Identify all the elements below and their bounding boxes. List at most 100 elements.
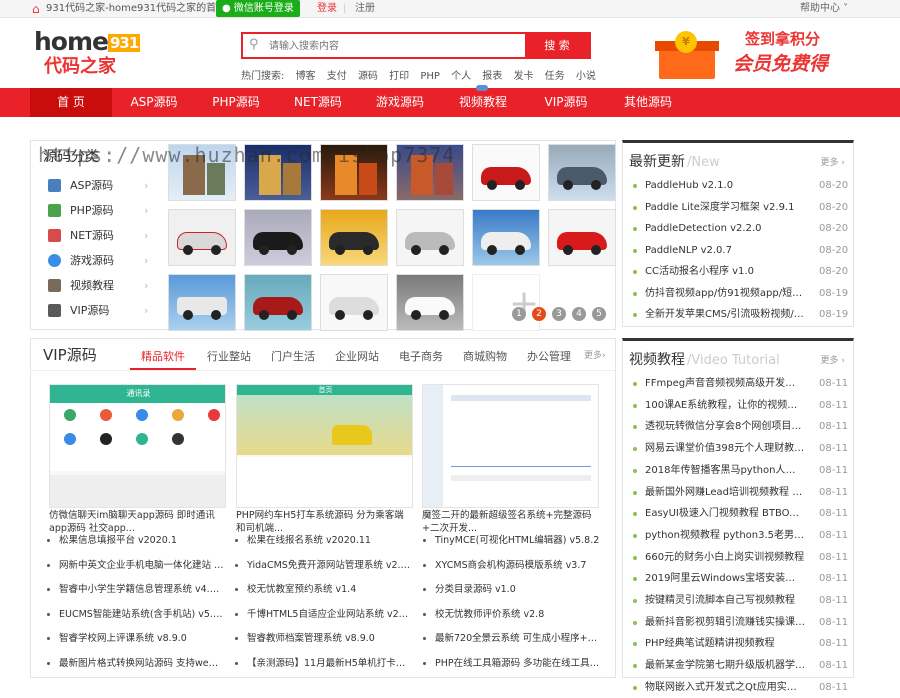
pager-dot[interactable]: 3 <box>552 307 566 321</box>
list-item[interactable]: 2018年传智播客黑马python人工智能15... 08-11 <box>631 460 851 481</box>
nav-item-home[interactable]: 首 页 <box>30 88 112 117</box>
list-item[interactable]: Paddle Lite深度学习框架 v2.9.1 08-20 <box>631 197 851 218</box>
list-item[interactable]: 100课AE系统教程，让你的视频玩转特... 08-11 <box>631 395 851 416</box>
search-button[interactable]: 搜 索 <box>525 34 589 57</box>
list-item[interactable]: 智睿中小学生学籍信息管理系统 v4.6.0 <box>41 578 224 602</box>
category-item-game[interactable]: 游戏源码 › <box>46 248 156 273</box>
category-item-asp[interactable]: ASP源码 › <box>46 173 156 198</box>
thumbnail-image[interactable] <box>320 209 388 266</box>
list-item[interactable]: FFmpeg声音音频视频高级开发实战视频... 08-11 <box>631 373 851 394</box>
site-home-link[interactable]: 931代码之家-home931代码之家的首页 <box>46 0 226 17</box>
tab-portal-life[interactable]: 门户生活 <box>271 348 315 364</box>
hot-word[interactable]: 支付 <box>327 71 347 82</box>
tab-industry-site[interactable]: 行业整站 <box>207 348 251 364</box>
category-item-video[interactable]: 视频教程 › <box>46 273 156 298</box>
thumbnail-image[interactable] <box>244 274 312 331</box>
nav-item-php[interactable]: PHP源码 <box>202 88 270 117</box>
nav-item-game[interactable]: 游戏源码 <box>366 88 434 117</box>
list-item[interactable]: 全新开发苹果CMS/引流吸粉视频/-两种... 08-19 <box>631 304 851 325</box>
hot-word[interactable]: 博客 <box>296 71 316 82</box>
nav-item-net[interactable]: NET源码 <box>284 88 352 117</box>
list-item[interactable]: 网新中英文企业手机电脑一体化建站 v5.1 <box>41 554 224 578</box>
tab-ecommerce[interactable]: 电子商务 <box>399 348 443 364</box>
list-item[interactable]: PHP经典笔试题精讲视频教程 08-11 <box>631 633 851 654</box>
list-item[interactable]: 【亲测源码】11月最新H5单机打卡网... <box>229 652 412 676</box>
list-item[interactable]: 松果信息填报平台 v2020.1 <box>41 529 224 553</box>
list-item[interactable]: 最新720全景云系统 可生成小程序+带P... <box>417 627 600 651</box>
list-item[interactable]: python视频教程 python3.5老男孩2018... 08-11 <box>631 525 851 546</box>
list-item[interactable]: 校无忧教师评价系统 v2.8 <box>417 603 600 627</box>
product-screenshot[interactable]: 首页 <box>236 384 413 508</box>
hot-word[interactable]: 发卡 <box>513 71 533 82</box>
list-item[interactable]: 仿抖音视频app/仿91视频app/短视频功... 08-19 <box>631 283 851 304</box>
thumbnail-image[interactable] <box>396 209 464 266</box>
nav-item-vip[interactable]: VIP源码 <box>532 88 600 117</box>
product-screenshot[interactable]: 通讯录 <box>49 384 226 508</box>
thumbnail-image[interactable] <box>396 274 464 331</box>
list-item[interactable]: 智睿教师档案管理系统 v8.9.0 <box>229 627 412 651</box>
list-item[interactable]: XYCMS商会机构源码模版系统 v3.7 <box>417 554 600 578</box>
list-item[interactable]: 最新图片格式转换网站源码 支持webp... <box>41 652 224 676</box>
signin-promo-banner[interactable]: ¥ 签到拿积分 会员免费得 <box>645 27 845 85</box>
list-item[interactable]: EUCMS智能建站系统(含手机站) v5.10... <box>41 603 224 627</box>
thumbnail-image[interactable] <box>244 209 312 266</box>
thumbnail-image[interactable] <box>472 144 540 201</box>
thumbnail-image[interactable] <box>472 209 540 266</box>
tab-mall-shopping[interactable]: 商城购物 <box>463 348 507 364</box>
hot-word[interactable]: 个人 <box>451 71 471 82</box>
list-item[interactable]: TinyMCE(可视化HTML编辑器) v5.8.2 <box>417 529 600 553</box>
list-item[interactable]: YidaCMS免费开源网站管理系统 v2.0.0... <box>229 554 412 578</box>
category-item-net[interactable]: NET源码 › <box>46 223 156 248</box>
search-input[interactable] <box>269 36 519 56</box>
list-item[interactable]: 最新抖音影视剪辑引流赚钱实操课程... 08-11 <box>631 612 851 633</box>
list-item[interactable]: 智睿学校网上评课系统 v8.9.0 <box>41 627 224 651</box>
home-icon[interactable]: ⌂ <box>32 1 40 18</box>
category-item-vip[interactable]: VIP源码 › <box>46 298 156 323</box>
list-item[interactable]: PHP在线工具箱源码 多功能在线工具箱... <box>417 652 600 676</box>
list-item[interactable]: 松果在线报名系统 v2020.11 <box>229 529 412 553</box>
tab-enterprise-site[interactable]: 企业网站 <box>335 348 379 364</box>
list-item[interactable]: PaddleHub v2.1.0 08-20 <box>631 175 851 196</box>
pager-dot[interactable]: 5 <box>592 307 606 321</box>
list-item[interactable]: CC活动报名小程序 v1.0 08-20 <box>631 261 851 282</box>
thumbnail-image[interactable] <box>320 274 388 331</box>
help-center-link[interactable]: 帮助中心 ˅ <box>800 0 848 17</box>
thumbnail-image[interactable] <box>168 274 236 331</box>
list-item[interactable]: PaddleNLP v2.0.7 08-20 <box>631 240 851 261</box>
list-item[interactable]: 660元的财务小白上岗实训视频教程 08-11 <box>631 547 851 568</box>
more-link[interactable]: 更多 › <box>821 155 845 168</box>
hot-word[interactable]: 源码 <box>358 71 378 82</box>
list-item[interactable]: 分类目录源码 v1.0 <box>417 578 600 602</box>
thumbnail-image[interactable] <box>548 209 616 266</box>
nav-item-video[interactable]: 视频教程 <box>449 88 517 117</box>
list-item[interactable]: PaddleDetection v2.2.0 08-20 <box>631 218 851 239</box>
list-item[interactable]: 最新某金学院第七期升级版机器学习视... 08-11 <box>631 655 851 676</box>
tab-office-management[interactable]: 办公管理 <box>527 348 571 364</box>
nav-item-asp[interactable]: ASP源码 <box>120 88 188 117</box>
logo[interactable]: home 931 代码之家 <box>34 29 141 78</box>
hot-word[interactable]: 报表 <box>482 71 502 82</box>
more-link[interactable]: 更多 › <box>821 353 845 366</box>
pager-dot[interactable]: 4 <box>572 307 586 321</box>
login-link[interactable]: 登录 <box>317 0 337 17</box>
list-item[interactable]: 网易云课堂价值398元个人理财教程理财... 08-11 <box>631 438 851 459</box>
list-item[interactable]: 物联网嵌入式开发式之Qt应用实战视频... 08-11 <box>631 677 851 698</box>
tab-more[interactable]: 更多› <box>584 348 606 361</box>
hot-word[interactable]: 打印 <box>389 71 409 82</box>
list-item[interactable]: EasyUI极速入门视频教程 BTBOYS社区... 08-11 <box>631 503 851 524</box>
register-link[interactable]: 注册 <box>355 0 375 17</box>
list-item[interactable]: 最新国外网赚Lead培训视频教程 国外网... 08-11 <box>631 482 851 503</box>
thumbnail-image[interactable] <box>548 144 616 201</box>
hot-word[interactable]: 小说 <box>576 71 596 82</box>
tab-premium-software[interactable]: 精品软件 <box>141 348 185 364</box>
pager-dot[interactable]: 1 <box>512 307 526 321</box>
thumbnail-image[interactable] <box>168 209 236 266</box>
list-item[interactable]: 透视玩转微信分享会8个网创项目（价值... 08-11 <box>631 416 851 437</box>
list-item[interactable]: 2019阿里云Windows宝塔安装部署视频... 08-11 <box>631 568 851 589</box>
list-item[interactable]: 千博HTML5自适应企业网站系统 v202... <box>229 603 412 627</box>
hot-word[interactable]: PHP <box>420 71 440 82</box>
category-item-php[interactable]: PHP源码 › <box>46 198 156 223</box>
wechat-login-button[interactable]: ● 微信账号登录 <box>216 0 300 17</box>
nav-item-other[interactable]: 其他源码 <box>614 88 682 117</box>
hot-word[interactable]: 任务 <box>545 71 565 82</box>
